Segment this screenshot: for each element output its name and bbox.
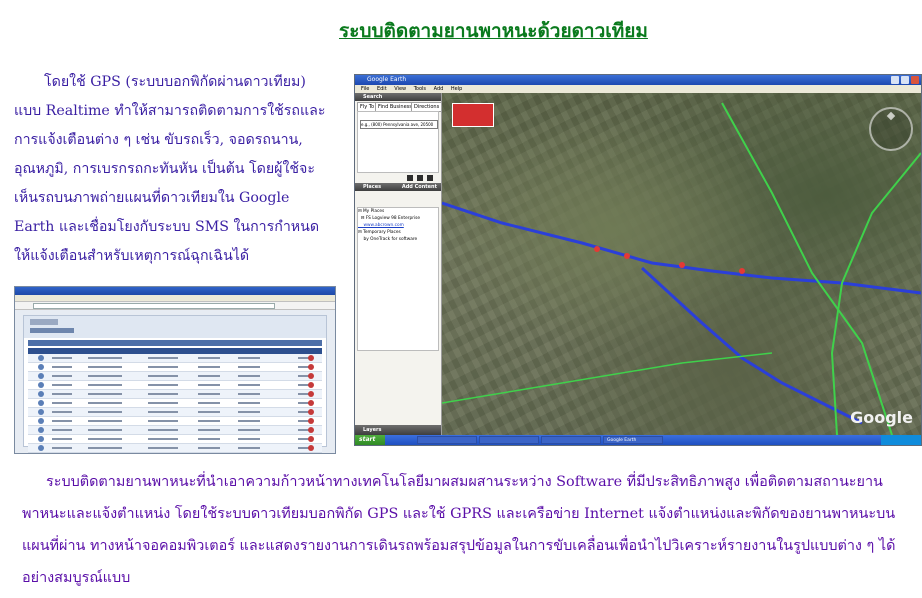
table-row <box>28 426 322 435</box>
table-row <box>28 408 322 417</box>
google-earth-screenshot: Google Earth File Edit View Tools Add He… <box>354 74 922 446</box>
bottom-paragraph: ระบบติดตามยานพาหนะที่นำเอาความก้าวหน้าทา… <box>22 474 896 586</box>
road-line <box>442 352 773 404</box>
ge-places-tree: ⊟ My Places ⊟ FS Logview 98 Enterprise w… <box>357 207 439 351</box>
compass-icon <box>869 107 913 151</box>
screenshot-filter-bar <box>28 340 322 346</box>
route-line <box>640 266 863 425</box>
screenshot-menubar <box>15 295 335 302</box>
ge-menu-view: View <box>394 86 407 92</box>
ge-menu-file: File <box>361 86 370 92</box>
ge-search-panel: e.g., (800) Pennsylvania ave, 20500 <box>357 111 439 173</box>
minimize-icon <box>891 76 899 84</box>
ge-titlebar: Google Earth <box>355 75 921 85</box>
ge-search-input: e.g., (800) Pennsylvania ave, 20500 <box>360 120 438 129</box>
page-title: ระบบติดตามยานพาหนะด้วยดาวเทียม <box>339 20 648 42</box>
ge-layers-header: Layers <box>355 425 441 435</box>
screenshot-header <box>24 316 326 338</box>
screenshot-page <box>23 315 327 453</box>
table-row <box>28 444 322 453</box>
intro-section: โดยใช้ GPS (ระบบบอกพิกัดผ่านดาวเทียม) แบ… <box>14 68 334 271</box>
ge-sidebar: Search Fly To Find Businesses Directions… <box>355 93 443 435</box>
ge-nav-buttons <box>355 173 441 183</box>
table-row <box>28 399 322 408</box>
ge-window-title: Google Earth <box>367 76 407 83</box>
table-row <box>28 354 322 363</box>
ge-map-overlay <box>442 102 921 435</box>
ge-menu-edit: Edit <box>376 86 387 92</box>
screenshot-table <box>24 354 326 453</box>
ge-menubar: File Edit View Tools Add Help <box>355 85 921 93</box>
vehicle-marker <box>739 268 745 274</box>
taskbar-item <box>541 436 601 444</box>
screenshot-addressbar <box>15 302 335 310</box>
table-row <box>28 381 322 390</box>
table-row <box>28 435 322 444</box>
ge-menu-tools: Tools <box>413 86 427 92</box>
ge-menu-help: Help <box>450 86 463 92</box>
nav-icon <box>417 175 423 181</box>
table-row <box>28 372 322 381</box>
ge-add-content: Add Content <box>401 184 437 190</box>
close-icon <box>911 76 919 84</box>
road-line <box>830 152 921 435</box>
taskbar-item <box>479 436 539 444</box>
table-row <box>28 417 322 426</box>
tree-item: by OneTrack for software <box>363 237 418 242</box>
table-row <box>28 390 322 399</box>
system-tray <box>881 435 921 445</box>
vehicle-marker <box>679 262 685 268</box>
nav-icon <box>407 175 413 181</box>
nav-icon <box>427 175 433 181</box>
ge-menu-add: Add <box>433 86 444 92</box>
ge-places-section: Places Add Content <box>355 183 441 207</box>
start-button: start <box>355 435 385 445</box>
vehicle-marker <box>594 246 600 252</box>
ge-search-header: Search <box>355 93 441 101</box>
tree-item: ⊟ My Places <box>358 209 385 214</box>
road-line <box>721 102 893 435</box>
google-logo: Google <box>850 408 913 427</box>
tree-item: ⊟ Temporary Places <box>358 230 401 235</box>
bottom-section: ระบบติดตามยานพาหนะที่นำเอาความก้าวหน้าทา… <box>22 466 912 594</box>
tracking-list-screenshot <box>14 286 336 454</box>
ge-search-tabs: Fly To Find Businesses Directions <box>355 101 443 112</box>
intro-paragraph: โดยใช้ GPS (ระบบบอกพิกัดผ่านดาวเทียม) แบ… <box>14 74 326 264</box>
maximize-icon <box>901 76 909 84</box>
ge-satellite-map: Google <box>442 93 921 435</box>
ge-places-header: Places Add Content <box>355 183 441 191</box>
taskbar-item: Google Earth <box>603 436 663 444</box>
windows-taskbar: start Google Earth <box>355 435 921 445</box>
taskbar-item <box>417 436 477 444</box>
route-line <box>442 201 921 295</box>
tree-item: www.abcrown.com <box>363 223 404 228</box>
screenshot-titlebar <box>15 287 335 295</box>
tree-item: ⊟ FS Logview 98 Enterprise <box>358 216 421 221</box>
table-row <box>28 363 322 372</box>
brand-badge <box>452 103 494 127</box>
vehicle-marker <box>624 253 630 259</box>
